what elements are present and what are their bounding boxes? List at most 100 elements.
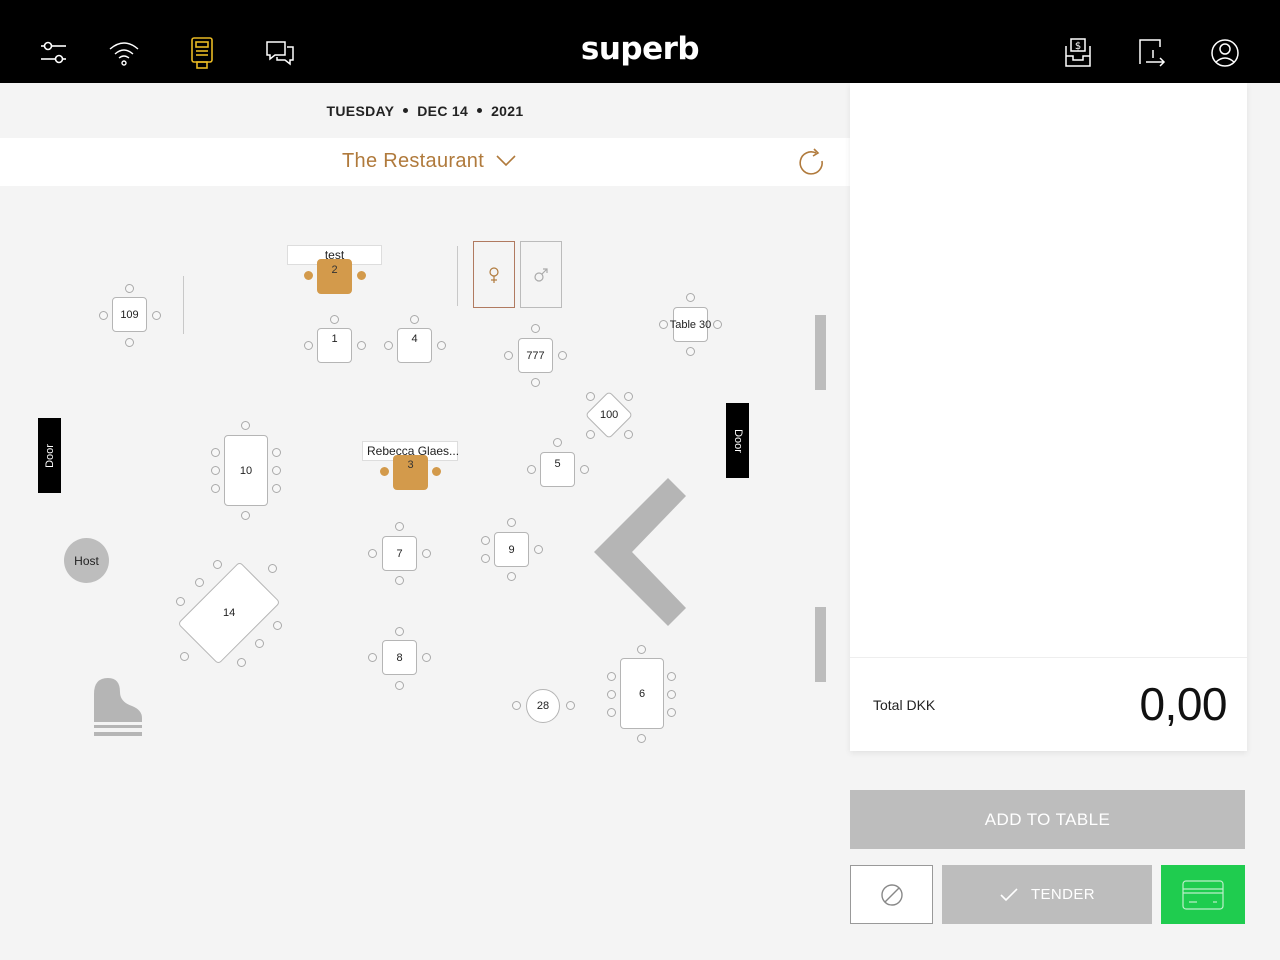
wall-segment <box>815 607 826 682</box>
chair <box>686 347 695 356</box>
void-icon <box>880 883 903 906</box>
piano-icon <box>94 678 142 736</box>
chair <box>713 320 722 329</box>
chair <box>586 430 595 439</box>
table-8[interactable]: 8 <box>382 640 417 675</box>
top-bar: superb $ <box>0 0 1280 83</box>
female-restroom <box>473 241 515 308</box>
chair <box>667 708 676 717</box>
female-restroom-icon <box>489 266 499 283</box>
logout-icon[interactable] <box>1132 33 1172 73</box>
table-label: 3 <box>407 459 414 471</box>
total-value: 0,00 <box>1139 678 1227 730</box>
separator-dot <box>477 108 483 113</box>
chair <box>272 466 281 475</box>
table-label: Table 30 <box>669 318 712 331</box>
table-label: 7 <box>396 547 403 560</box>
tender-label: TENDER <box>1030 886 1096 903</box>
table-777[interactable]: 777 <box>518 338 553 373</box>
separator-dot <box>403 108 409 113</box>
date-year: 2021 <box>491 102 524 119</box>
table-4[interactable]: 4 <box>397 328 432 363</box>
pos-app: superb $ TUESDAY DEC 14 2021 The Restaur… <box>0 0 1280 960</box>
chair <box>272 484 281 493</box>
order-panel: Total DKK 0,00 <box>850 83 1247 751</box>
user-profile-icon[interactable] <box>1205 33 1245 73</box>
chair <box>125 284 134 293</box>
table-1[interactable]: 1 <box>317 328 352 363</box>
chat-icon[interactable] <box>260 33 300 73</box>
card-payment-button[interactable] <box>1161 865 1245 924</box>
chair <box>534 545 543 554</box>
male-restroom <box>520 241 562 308</box>
chair <box>527 465 536 474</box>
chair <box>211 484 220 493</box>
chair <box>395 522 404 531</box>
chair <box>410 315 419 324</box>
chair <box>273 621 282 630</box>
table-10[interactable]: 10 <box>224 435 268 506</box>
chair <box>504 351 513 360</box>
table-7[interactable]: 7 <box>382 536 417 571</box>
chair <box>607 690 616 699</box>
refresh-icon[interactable] <box>796 147 828 184</box>
chair <box>304 341 313 350</box>
door-right: Door <box>726 403 749 478</box>
chair <box>637 645 646 654</box>
chair <box>422 653 431 662</box>
chair <box>437 341 446 350</box>
table-label: 6 <box>638 687 646 700</box>
divider <box>850 657 1247 658</box>
table-9[interactable]: 9 <box>494 532 529 567</box>
void-button[interactable] <box>850 865 933 924</box>
floor-plan: 109 test 2 1 4 777 Table 30 100 Door Doo… <box>0 186 850 960</box>
chair <box>125 338 134 347</box>
chair <box>580 465 589 474</box>
door-label: Door <box>731 428 744 453</box>
brand-logo: superb <box>580 31 700 67</box>
table-label: 2 <box>331 264 338 276</box>
partition <box>457 246 458 306</box>
chair <box>481 554 490 563</box>
chair <box>272 448 281 457</box>
cash-drawer-icon[interactable]: $ <box>1058 33 1098 73</box>
door-left: Door <box>38 418 61 493</box>
table-5[interactable]: 5 <box>540 452 575 487</box>
table-label: 14 <box>222 607 236 619</box>
chair <box>211 448 220 457</box>
table-109[interactable]: 109 <box>112 297 147 332</box>
wifi-icon[interactable] <box>104 33 144 73</box>
room-selector-bar: The Restaurant <box>0 138 850 186</box>
table-28[interactable]: 28 <box>526 689 560 723</box>
table-3[interactable]: 3 <box>393 455 428 490</box>
table-label: 777 <box>526 349 545 362</box>
add-to-table-button[interactable]: ADD TO TABLE <box>850 790 1245 849</box>
chair <box>99 311 108 320</box>
chair <box>667 690 676 699</box>
chair <box>395 627 404 636</box>
chevron-down-icon[interactable] <box>495 152 517 173</box>
chair <box>152 311 161 320</box>
settings-sliders-icon[interactable] <box>34 33 74 73</box>
total-label: Total DKK <box>873 697 936 713</box>
tender-button[interactable]: TENDER <box>942 865 1152 924</box>
chair <box>659 320 668 329</box>
room-selector[interactable]: The Restaurant <box>342 150 484 173</box>
chair <box>241 511 250 520</box>
table-label: 1 <box>331 333 338 345</box>
chair <box>368 653 377 662</box>
partition <box>183 276 184 334</box>
chevron-wall <box>594 478 686 626</box>
chair <box>607 708 616 717</box>
card-payment-icon <box>1182 879 1224 910</box>
table-14[interactable]: 14 <box>177 561 281 665</box>
chair <box>237 658 246 667</box>
table-label: 5 <box>554 458 561 470</box>
table-6[interactable]: 6 <box>620 658 664 729</box>
card-terminal-icon[interactable] <box>182 33 222 73</box>
table-30[interactable]: Table 30 <box>670 307 711 342</box>
chair <box>395 681 404 690</box>
chair <box>213 560 222 569</box>
chair <box>553 438 562 447</box>
table-2[interactable]: 2 <box>317 259 352 294</box>
